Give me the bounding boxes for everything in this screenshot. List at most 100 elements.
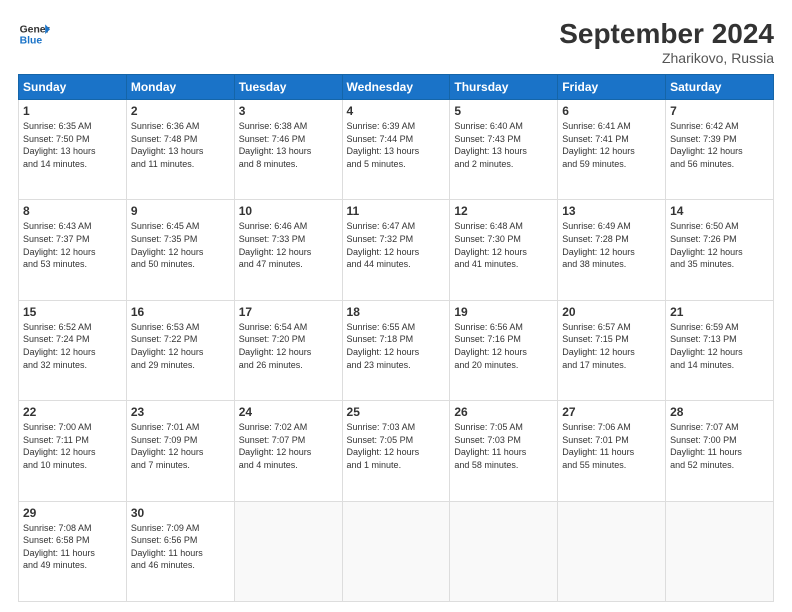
day-info: Sunrise: 6:50 AM Sunset: 7:26 PM Dayligh…: [670, 220, 769, 270]
day-number: 14: [670, 204, 769, 218]
day-number: 19: [454, 305, 553, 319]
table-row: 30 Sunrise: 7:09 AM Sunset: 6:56 PM Dayli…: [126, 501, 234, 601]
day-number: 8: [23, 204, 122, 218]
day-info: Sunrise: 7:09 AM Sunset: 6:56 PM Dayligh…: [131, 522, 230, 572]
day-info: Sunrise: 6:45 AM Sunset: 7:35 PM Dayligh…: [131, 220, 230, 270]
table-row: [234, 501, 342, 601]
table-row: 25 Sunrise: 7:03 AM Sunset: 7:05 PM Dayli…: [342, 401, 450, 501]
day-number: 5: [454, 104, 553, 118]
day-info: Sunrise: 7:02 AM Sunset: 7:07 PM Dayligh…: [239, 421, 338, 471]
day-number: 4: [347, 104, 446, 118]
day-number: 12: [454, 204, 553, 218]
day-info: Sunrise: 7:05 AM Sunset: 7:03 PM Dayligh…: [454, 421, 553, 471]
col-thursday: Thursday: [450, 75, 558, 100]
table-row: [450, 501, 558, 601]
table-row: 24 Sunrise: 7:02 AM Sunset: 7:07 PM Dayli…: [234, 401, 342, 501]
col-wednesday: Wednesday: [342, 75, 450, 100]
table-row: 5 Sunrise: 6:40 AM Sunset: 7:43 PM Daylig…: [450, 100, 558, 200]
day-info: Sunrise: 6:38 AM Sunset: 7:46 PM Dayligh…: [239, 120, 338, 170]
table-row: 20 Sunrise: 6:57 AM Sunset: 7:15 PM Dayli…: [558, 300, 666, 400]
calendar-week-4: 22 Sunrise: 7:00 AM Sunset: 7:11 PM Dayli…: [19, 401, 774, 501]
day-number: 21: [670, 305, 769, 319]
day-info: Sunrise: 6:40 AM Sunset: 7:43 PM Dayligh…: [454, 120, 553, 170]
day-number: 22: [23, 405, 122, 419]
day-number: 2: [131, 104, 230, 118]
table-row: 1Sunrise: 6:35 AM Sunset: 7:50 PM Daylig…: [19, 100, 127, 200]
day-info: Sunrise: 6:55 AM Sunset: 7:18 PM Dayligh…: [347, 321, 446, 371]
svg-text:Blue: Blue: [20, 36, 43, 47]
day-info: Sunrise: 7:07 AM Sunset: 7:00 PM Dayligh…: [670, 421, 769, 471]
day-number: 17: [239, 305, 338, 319]
day-info: Sunrise: 6:41 AM Sunset: 7:41 PM Dayligh…: [562, 120, 661, 170]
day-number: 30: [131, 506, 230, 520]
table-row: 15 Sunrise: 6:52 AM Sunset: 7:24 PM Dayli…: [19, 300, 127, 400]
calendar-table: Sunday Monday Tuesday Wednesday Thursday…: [18, 74, 774, 602]
title-block: September 2024 Zharikovo, Russia: [559, 18, 774, 66]
table-row: [666, 501, 774, 601]
table-row: 13 Sunrise: 6:49 AM Sunset: 7:28 PM Dayli…: [558, 200, 666, 300]
location: Zharikovo, Russia: [559, 50, 774, 66]
table-row: 22 Sunrise: 7:00 AM Sunset: 7:11 PM Dayli…: [19, 401, 127, 501]
table-row: 28 Sunrise: 7:07 AM Sunset: 7:00 PM Dayli…: [666, 401, 774, 501]
day-info: Sunrise: 6:52 AM Sunset: 7:24 PM Dayligh…: [23, 321, 122, 371]
table-row: [558, 501, 666, 601]
day-number: 29: [23, 506, 122, 520]
table-row: 11 Sunrise: 6:47 AM Sunset: 7:32 PM Dayli…: [342, 200, 450, 300]
col-saturday: Saturday: [666, 75, 774, 100]
table-row: 3 Sunrise: 6:38 AM Sunset: 7:46 PM Daylig…: [234, 100, 342, 200]
table-row: 12 Sunrise: 6:48 AM Sunset: 7:30 PM Dayli…: [450, 200, 558, 300]
table-row: 9 Sunrise: 6:45 AM Sunset: 7:35 PM Daylig…: [126, 200, 234, 300]
col-sunday: Sunday: [19, 75, 127, 100]
table-row: 21 Sunrise: 6:59 AM Sunset: 7:13 PM Dayli…: [666, 300, 774, 400]
table-row: 7Sunrise: 6:42 AM Sunset: 7:39 PM Daylig…: [666, 100, 774, 200]
table-row: 26 Sunrise: 7:05 AM Sunset: 7:03 PM Dayli…: [450, 401, 558, 501]
day-number: 13: [562, 204, 661, 218]
col-tuesday: Tuesday: [234, 75, 342, 100]
day-info: Sunrise: 6:53 AM Sunset: 7:22 PM Dayligh…: [131, 321, 230, 371]
table-row: 18 Sunrise: 6:55 AM Sunset: 7:18 PM Dayli…: [342, 300, 450, 400]
day-info: Sunrise: 6:47 AM Sunset: 7:32 PM Dayligh…: [347, 220, 446, 270]
table-row: 29 Sunrise: 7:08 AM Sunset: 6:58 PM Dayli…: [19, 501, 127, 601]
col-monday: Monday: [126, 75, 234, 100]
day-info: Sunrise: 6:36 AM Sunset: 7:48 PM Dayligh…: [131, 120, 230, 170]
day-number: 16: [131, 305, 230, 319]
table-row: 27 Sunrise: 7:06 AM Sunset: 7:01 PM Dayli…: [558, 401, 666, 501]
table-row: 16 Sunrise: 6:53 AM Sunset: 7:22 PM Dayli…: [126, 300, 234, 400]
day-info: Sunrise: 7:03 AM Sunset: 7:05 PM Dayligh…: [347, 421, 446, 471]
table-row: 10Sunrise: 6:46 AM Sunset: 7:33 PM Dayli…: [234, 200, 342, 300]
day-number: 26: [454, 405, 553, 419]
day-info: Sunrise: 6:46 AM Sunset: 7:33 PM Dayligh…: [239, 220, 338, 270]
day-info: Sunrise: 6:48 AM Sunset: 7:30 PM Dayligh…: [454, 220, 553, 270]
day-info: Sunrise: 7:01 AM Sunset: 7:09 PM Dayligh…: [131, 421, 230, 471]
day-number: 20: [562, 305, 661, 319]
day-number: 15: [23, 305, 122, 319]
col-friday: Friday: [558, 75, 666, 100]
day-number: 25: [347, 405, 446, 419]
day-number: 11: [347, 204, 446, 218]
day-info: Sunrise: 6:49 AM Sunset: 7:28 PM Dayligh…: [562, 220, 661, 270]
table-row: 6Sunrise: 6:41 AM Sunset: 7:41 PM Daylig…: [558, 100, 666, 200]
calendar-week-3: 15 Sunrise: 6:52 AM Sunset: 7:24 PM Dayli…: [19, 300, 774, 400]
day-number: 1: [23, 104, 122, 118]
day-number: 9: [131, 204, 230, 218]
day-number: 23: [131, 405, 230, 419]
day-info: Sunrise: 6:57 AM Sunset: 7:15 PM Dayligh…: [562, 321, 661, 371]
day-number: 3: [239, 104, 338, 118]
table-row: 8Sunrise: 6:43 AM Sunset: 7:37 PM Daylig…: [19, 200, 127, 300]
day-number: 18: [347, 305, 446, 319]
table-row: [342, 501, 450, 601]
page: General Blue September 2024 Zharikovo, R…: [0, 0, 792, 612]
day-info: Sunrise: 6:59 AM Sunset: 7:13 PM Dayligh…: [670, 321, 769, 371]
day-info: Sunrise: 7:06 AM Sunset: 7:01 PM Dayligh…: [562, 421, 661, 471]
month-title: September 2024: [559, 18, 774, 50]
day-number: 28: [670, 405, 769, 419]
day-info: Sunrise: 7:08 AM Sunset: 6:58 PM Dayligh…: [23, 522, 122, 572]
calendar-header-row: Sunday Monday Tuesday Wednesday Thursday…: [19, 75, 774, 100]
day-info: Sunrise: 7:00 AM Sunset: 7:11 PM Dayligh…: [23, 421, 122, 471]
day-number: 27: [562, 405, 661, 419]
calendar-week-1: 1Sunrise: 6:35 AM Sunset: 7:50 PM Daylig…: [19, 100, 774, 200]
calendar-week-5: 29 Sunrise: 7:08 AM Sunset: 6:58 PM Dayli…: [19, 501, 774, 601]
logo: General Blue: [18, 18, 50, 50]
day-number: 24: [239, 405, 338, 419]
day-info: Sunrise: 6:39 AM Sunset: 7:44 PM Dayligh…: [347, 120, 446, 170]
